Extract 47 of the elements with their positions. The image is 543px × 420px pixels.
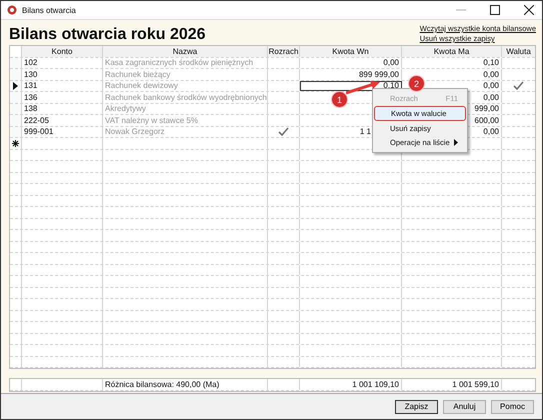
total-amount: 1 001 109,10 (352, 380, 399, 389)
page-heading: Bilans otwarcia roku 2026 (9, 26, 206, 44)
account-name: Akredytywy (105, 104, 146, 114)
app-icon (7, 5, 17, 15)
column-header[interactable]: Kwota Ma (402, 46, 502, 56)
column-header[interactable]: Rozrach (268, 46, 300, 56)
new-row-icon (12, 140, 19, 147)
amount: 0,00 (483, 127, 499, 136)
amount: 0,00 (483, 81, 499, 90)
arrow-icon (346, 81, 380, 95)
row-header[interactable] (10, 80, 22, 91)
account-number: 136 (24, 92, 38, 102)
column-header[interactable]: Waluta (502, 46, 535, 56)
dialog-button[interactable]: Zapisz (395, 400, 438, 414)
dialog-button[interactable]: Anuluj (443, 400, 486, 414)
account-number: 138 (24, 104, 38, 114)
window-title: Bilans otwarcia (22, 6, 77, 14)
row-header[interactable] (10, 138, 22, 148)
total-amount: 1 001 599,10 (452, 380, 499, 389)
step-badge: 1 (332, 92, 347, 107)
account-name: Nowak Grzegorz (105, 127, 165, 136)
account-name: Kasa zagranicznych środków pieniężnych (105, 58, 254, 68)
account-number: 131 (24, 81, 38, 90)
column-header[interactable]: Nazwa (103, 46, 268, 56)
account-name: Rachunek dewizowy (105, 81, 178, 90)
amount: 0,00 (383, 58, 399, 68)
amount: 600,00 (474, 116, 499, 125)
column-header[interactable]: Kwota Wn (300, 46, 402, 56)
step-badge: 2 (409, 76, 424, 91)
account-name: Rachunek bieżący (105, 70, 170, 79)
account-number: 999-001 (24, 127, 54, 136)
amount: 899 999,00 (358, 70, 399, 79)
amount: 0,10 (483, 58, 499, 68)
account-number: 222-05 (24, 116, 49, 125)
amount: 0,00 (483, 92, 499, 102)
account-name: VAT należny w stawce 5% (105, 116, 198, 125)
balance-difference: Różnica bilansowa: 490,00 (Ma) (105, 380, 220, 389)
amount: 1 1 (360, 127, 371, 136)
maximize-icon (490, 5, 500, 15)
amount: 0,00 (483, 70, 499, 79)
amount: 999,00 (474, 104, 499, 114)
dialog-button[interactable]: Pomoc (491, 400, 534, 414)
close-icon (524, 5, 534, 15)
account-number: 102 (24, 58, 38, 68)
column-header[interactable]: Konto (22, 46, 103, 56)
account-number: 130 (24, 70, 38, 79)
account-name: Rachunek bankowy środków wyodrębnionych (105, 92, 267, 102)
